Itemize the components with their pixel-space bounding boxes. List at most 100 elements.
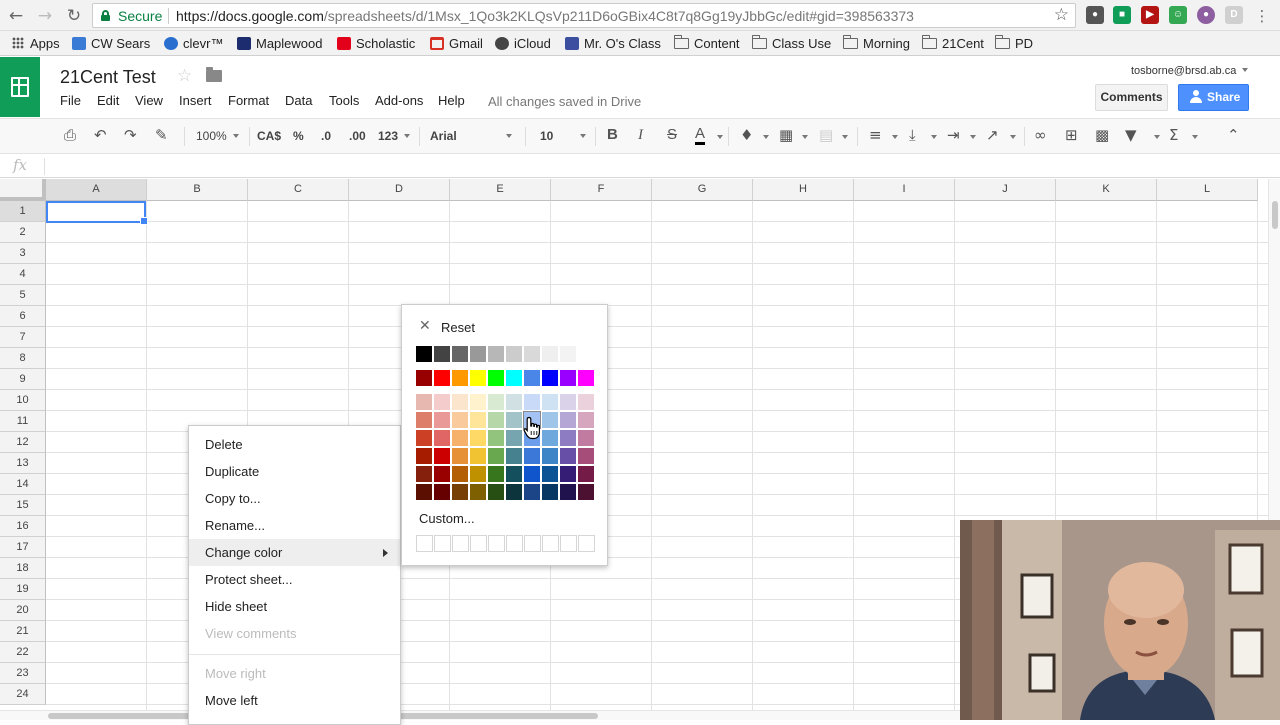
browser-menu-icon[interactable]: ⋮ — [1252, 6, 1272, 26]
column-header-a[interactable]: A — [46, 179, 147, 201]
formula-bar[interactable]: fx — [0, 155, 1280, 178]
menu-edit[interactable]: Edit — [97, 93, 119, 108]
color-swatch[interactable] — [560, 346, 576, 362]
row-header-16[interactable]: 16 — [0, 516, 46, 537]
italic-button[interactable]: I — [638, 126, 643, 144]
filter-icon[interactable]: ▼ — [1125, 126, 1137, 144]
chevron-down-icon[interactable] — [1192, 135, 1198, 139]
color-swatch[interactable] — [452, 484, 468, 500]
custom-color-slot[interactable] — [524, 535, 541, 552]
column-header-b[interactable]: B — [147, 179, 248, 201]
color-swatch[interactable] — [416, 448, 432, 464]
undo-icon[interactable]: ↶ — [94, 126, 107, 144]
color-swatch[interactable] — [506, 448, 522, 464]
font-size-select[interactable]: 10 — [540, 128, 586, 144]
redo-icon[interactable]: ↷ — [124, 126, 137, 144]
color-swatch[interactable] — [434, 430, 450, 446]
menu-view[interactable]: View — [135, 93, 163, 108]
color-swatch[interactable] — [524, 448, 540, 464]
menu-item-rename[interactable]: Rename... — [189, 512, 400, 539]
merge-cells-icon[interactable]: ▤ — [819, 126, 833, 144]
color-swatch[interactable] — [542, 484, 558, 500]
color-swatch[interactable] — [506, 412, 522, 428]
bookmark-apps[interactable]: Apps — [12, 35, 60, 53]
decrease-decimal-button[interactable]: .0 — [321, 128, 331, 144]
color-swatch[interactable] — [542, 430, 558, 446]
bookmark-pd[interactable]: PD — [994, 35, 1033, 53]
custom-color-slot[interactable] — [506, 535, 523, 552]
more-formats-select[interactable]: 123 — [378, 128, 411, 144]
column-header-h[interactable]: H — [753, 179, 854, 201]
row-header-17[interactable]: 17 — [0, 537, 46, 558]
menu-add-ons[interactable]: Add-ons — [375, 93, 423, 108]
text-rotation-icon[interactable]: ↗ — [986, 126, 999, 144]
share-button[interactable]: Share — [1178, 84, 1249, 111]
color-swatch[interactable] — [434, 394, 450, 410]
color-swatch[interactable] — [542, 466, 558, 482]
color-swatch[interactable] — [488, 346, 504, 362]
functions-icon[interactable]: Σ — [1169, 126, 1178, 144]
chevron-down-icon[interactable] — [1154, 135, 1160, 139]
row-header-10[interactable]: 10 — [0, 390, 46, 411]
menu-tools[interactable]: Tools — [329, 93, 359, 108]
color-swatch[interactable] — [416, 394, 432, 410]
row-header-2[interactable]: 2 — [0, 222, 46, 243]
row-header-7[interactable]: 7 — [0, 327, 46, 348]
color-swatch[interactable] — [578, 430, 594, 446]
color-swatch[interactable] — [452, 394, 468, 410]
back-arrow-icon[interactable]: ← — [6, 6, 26, 26]
row-header-19[interactable]: 19 — [0, 579, 46, 600]
row-header-13[interactable]: 13 — [0, 453, 46, 474]
color-swatch[interactable] — [416, 466, 432, 482]
custom-color-slot[interactable] — [434, 535, 451, 552]
color-swatch[interactable] — [506, 370, 522, 386]
print-icon[interactable]: ⎙ — [64, 126, 76, 144]
star-icon[interactable]: ☆ — [177, 66, 192, 86]
color-swatch[interactable] — [488, 394, 504, 410]
row-header-5[interactable]: 5 — [0, 285, 46, 306]
color-swatch[interactable] — [578, 370, 594, 386]
menu-item-duplicate[interactable]: Duplicate — [189, 458, 400, 485]
active-cell-a1[interactable] — [46, 201, 148, 225]
reload-icon[interactable]: ↻ — [64, 6, 84, 26]
color-swatch[interactable] — [470, 394, 486, 410]
color-swatch[interactable] — [416, 412, 432, 428]
strikethrough-button[interactable]: S — [667, 126, 677, 144]
color-swatch[interactable] — [506, 484, 522, 500]
row-header-1[interactable]: 1 — [0, 201, 46, 222]
reset-color-button[interactable]: ✕ Reset — [402, 317, 607, 339]
bookmark-cw-sears[interactable]: CW Sears — [72, 35, 150, 53]
bookmark-morning[interactable]: Morning — [842, 35, 910, 53]
custom-color-slot[interactable] — [578, 535, 595, 552]
scrollbar-thumb[interactable] — [1272, 201, 1278, 229]
color-swatch[interactable] — [506, 346, 522, 362]
custom-color-slot[interactable] — [542, 535, 559, 552]
color-swatch[interactable] — [470, 430, 486, 446]
row-header-11[interactable]: 11 — [0, 411, 46, 432]
color-swatch[interactable] — [524, 346, 540, 362]
color-swatch[interactable] — [560, 466, 576, 482]
text-color-button[interactable]: A — [695, 126, 706, 145]
column-header-d[interactable]: D — [349, 179, 450, 201]
select-all-corner[interactable] — [0, 179, 46, 201]
custom-color-slot[interactable] — [560, 535, 577, 552]
address-bar[interactable]: Secure https://docs.google.com/spreadshe… — [92, 3, 1076, 28]
color-swatch[interactable] — [452, 370, 468, 386]
chevron-down-icon[interactable] — [970, 135, 976, 139]
color-swatch[interactable] — [506, 466, 522, 482]
menu-item-move-left[interactable]: Move left — [189, 687, 400, 714]
custom-color-slot[interactable] — [488, 535, 505, 552]
comments-button[interactable]: Comments — [1095, 84, 1168, 111]
chevron-down-icon[interactable] — [892, 135, 898, 139]
menu-item-hide-sheet[interactable]: Hide sheet — [189, 593, 400, 620]
bookmark-class-use[interactable]: Class Use — [751, 35, 831, 53]
chevron-down-icon[interactable] — [717, 135, 723, 139]
color-swatch[interactable] — [524, 484, 540, 500]
chevron-down-icon[interactable] — [931, 135, 937, 139]
row-header-14[interactable]: 14 — [0, 474, 46, 495]
d-extension-icon[interactable]: D — [1225, 6, 1243, 24]
paint-format-icon[interactable]: ✎ — [155, 126, 168, 144]
font-family-select[interactable]: Arial — [430, 128, 512, 144]
color-swatch[interactable] — [434, 370, 450, 386]
bookmark-maplewood[interactable]: Maplewood — [237, 35, 323, 53]
